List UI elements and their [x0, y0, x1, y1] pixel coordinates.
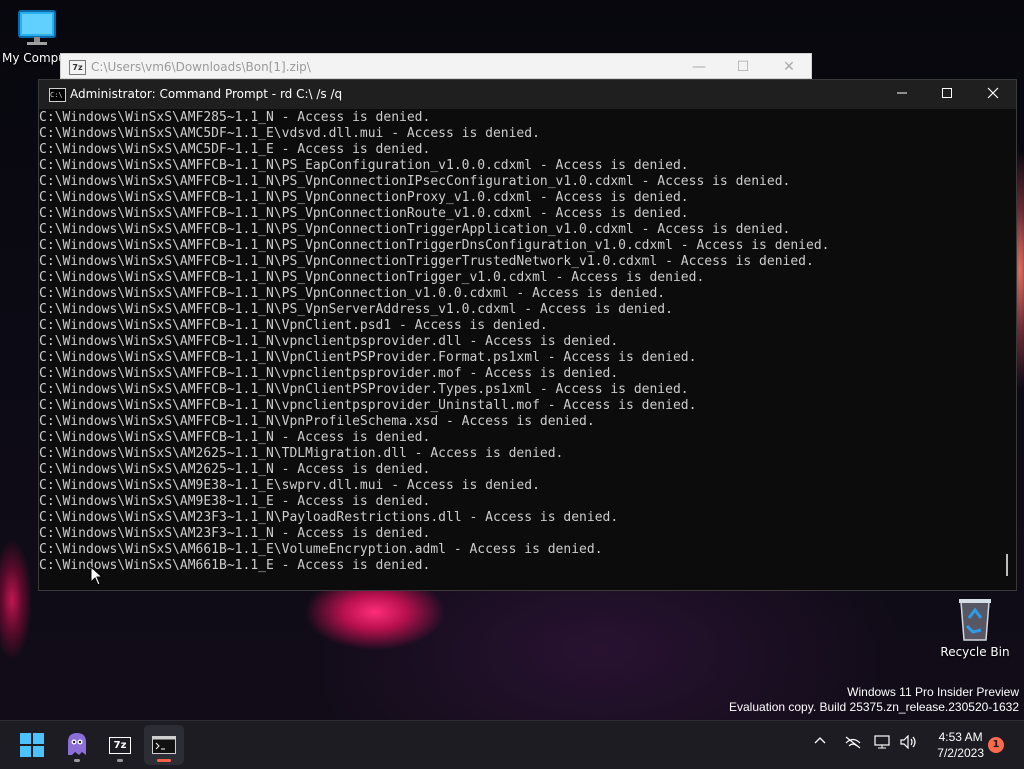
recycle-bin-icon — [959, 599, 991, 641]
console-line: C:\Windows\WinSxS\AMFFCB~1.1_N\VpnClient… — [39, 350, 697, 365]
maximize-icon — [942, 88, 952, 98]
minimize-icon — [897, 92, 907, 94]
console-line: C:\Windows\WinSxS\AM23F3~1.1_N\PayloadRe… — [39, 510, 619, 525]
console-line: C:\Windows\WinSxS\AMFFCB~1.1_N\vpnclient… — [39, 366, 619, 381]
watermark-edition: Windows 11 Pro Insider Preview — [847, 685, 1019, 699]
title-bar[interactable]: C:\ Administrator: Command Prompt - rd C… — [39, 80, 1016, 109]
taskbar: 7z 4:53 AM 7/2/2023 1 — [0, 720, 1024, 769]
ghost-app-icon — [68, 733, 86, 755]
minimize-button[interactable] — [879, 80, 925, 109]
windows-start-icon — [20, 733, 44, 757]
console-line: C:\Windows\WinSxS\AMFFCB~1.1_N\PS_EapCon… — [39, 158, 689, 173]
desktop-icon-recycle-bin[interactable]: Recycle Bin — [940, 596, 1010, 659]
close-button[interactable]: ✕ — [767, 56, 811, 78]
volume-button[interactable] — [900, 734, 918, 753]
console-line: C:\Windows\WinSxS\AM9E38~1.1_E - Access … — [39, 494, 431, 509]
running-indicator — [74, 759, 80, 762]
console-line: C:\Windows\WinSxS\AMFFCB~1.1_N\VpnProfil… — [39, 414, 595, 429]
active-indicator — [157, 759, 171, 762]
console-line: C:\Windows\WinSxS\AMFFCB~1.1_N\PS_VpnSer… — [39, 302, 673, 317]
7zip-app-icon: 7z — [69, 60, 86, 75]
close-icon: ✕ — [783, 59, 795, 75]
volume-icon — [900, 734, 916, 750]
command-prompt-window[interactable]: C:\ Administrator: Command Prompt - rd C… — [38, 79, 1017, 591]
notification-badge[interactable]: 1 — [988, 737, 1004, 753]
show-hidden-icons-button[interactable] — [814, 735, 826, 751]
display-network-button[interactable] — [874, 735, 892, 753]
console-line: C:\Windows\WinSxS\AM661B~1.1_E - Access … — [39, 558, 431, 573]
console-line: C:\Windows\WinSxS\AMFFCB~1.1_N\VpnClient… — [39, 318, 548, 333]
console-line: C:\Windows\WinSxS\AMC5DF~1.1_E - Access … — [39, 142, 431, 157]
cmd-app-icon: C:\ — [49, 88, 66, 102]
maximize-button[interactable]: ☐ — [721, 56, 765, 78]
maximize-icon: ☐ — [736, 59, 750, 75]
computer-monitor-icon — [18, 10, 56, 45]
console-line: C:\Windows\WinSxS\AMFFCB~1.1_N\PS_VpnCon… — [39, 174, 791, 189]
console-line: C:\Windows\WinSxS\AMFFCB~1.1_N\PS_VpnCon… — [39, 206, 689, 221]
console-line: C:\Windows\WinSxS\AMFFCB~1.1_N\VpnClient… — [39, 382, 689, 397]
window-title: C:\Users\vm6\Downloads\Bon[1].zip\ — [91, 60, 311, 74]
taskbar-app-ghost[interactable] — [57, 725, 97, 765]
watermark-build: Evaluation copy. Build 25375.zn_release.… — [729, 700, 1019, 714]
console-line: C:\Windows\WinSxS\AMFFCB~1.1_N - Access … — [39, 430, 431, 445]
console-line: C:\Windows\WinSxS\AMC5DF~1.1_E\vdsvd.dll… — [39, 126, 540, 141]
console-output[interactable]: C:\Windows\WinSxS\AMF285~1.1_N - Access … — [39, 110, 999, 580]
console-line: C:\Windows\WinSxS\AM23F3~1.1_N - Access … — [39, 526, 431, 541]
network-status-button[interactable] — [844, 735, 862, 753]
console-line: C:\Windows\WinSxS\AMFFCB~1.1_N\vpnclient… — [39, 398, 697, 413]
desktop-icon-label: Recycle Bin — [940, 645, 1010, 659]
mouse-cursor-icon — [90, 566, 104, 586]
console-line: C:\Windows\WinSxS\AMFFCB~1.1_N\vpnclient… — [39, 334, 619, 349]
vertical-scrollbar[interactable] — [1002, 110, 1010, 588]
windows-watermark: Windows 11 Pro Insider Preview Evaluatio… — [729, 685, 1019, 715]
clock-time: 4:53 AM — [938, 730, 983, 744]
maximize-button[interactable] — [924, 80, 970, 109]
console-line: C:\Windows\WinSxS\AMFFCB~1.1_N\PS_VpnCon… — [39, 222, 791, 237]
console-line: C:\Windows\WinSxS\AM9E38~1.1_E\swprv.dll… — [39, 478, 540, 493]
terminal-icon — [152, 736, 176, 754]
close-button[interactable] — [970, 80, 1016, 109]
taskbar-app-7zip[interactable]: 7z — [100, 725, 140, 765]
console-line: C:\Windows\WinSxS\AMFFCB~1.1_N\PS_VpnCon… — [39, 190, 689, 205]
chevron-up-icon — [814, 737, 826, 744]
minimize-button[interactable]: — — [677, 56, 721, 78]
console-line: C:\Windows\WinSxS\AM661B~1.1_E\VolumeEnc… — [39, 542, 603, 557]
console-line: C:\Windows\WinSxS\AM2625~1.1_N - Access … — [39, 462, 431, 477]
close-icon — [987, 87, 999, 99]
scrollbar-thumb[interactable] — [1006, 554, 1008, 576]
window-title: Administrator: Command Prompt - rd C:\ /… — [70, 87, 343, 101]
minimize-icon: — — [692, 59, 706, 75]
network-off-icon — [845, 736, 861, 749]
clock-date: 7/2/2023 — [937, 746, 984, 760]
console-line: C:\Windows\WinSxS\AMFFCB~1.1_N\PS_VpnCon… — [39, 270, 705, 285]
console-line: C:\Windows\WinSxS\AM2625~1.1_N\TDLMigrat… — [39, 446, 564, 461]
console-line: C:\Windows\WinSxS\AMF285~1.1_N - Access … — [39, 110, 431, 125]
taskbar-app-terminal[interactable] — [144, 725, 184, 765]
console-line: C:\Windows\WinSxS\AMFFCB~1.1_N\PS_VpnCon… — [39, 238, 830, 253]
start-button[interactable] — [12, 725, 52, 765]
console-line: C:\Windows\WinSxS\AMFFCB~1.1_N\PS_VpnCon… — [39, 286, 666, 301]
7zip-window[interactable]: 7z C:\Users\vm6\Downloads\Bon[1].zip\ — … — [60, 53, 812, 79]
running-indicator — [117, 759, 123, 762]
7zip-icon: 7z — [109, 737, 131, 754]
console-line: C:\Windows\WinSxS\AMFFCB~1.1_N\PS_VpnCon… — [39, 254, 814, 269]
display-network-icon — [874, 735, 890, 749]
clock-button[interactable]: 4:53 AM 7/2/2023 — [937, 729, 984, 761]
